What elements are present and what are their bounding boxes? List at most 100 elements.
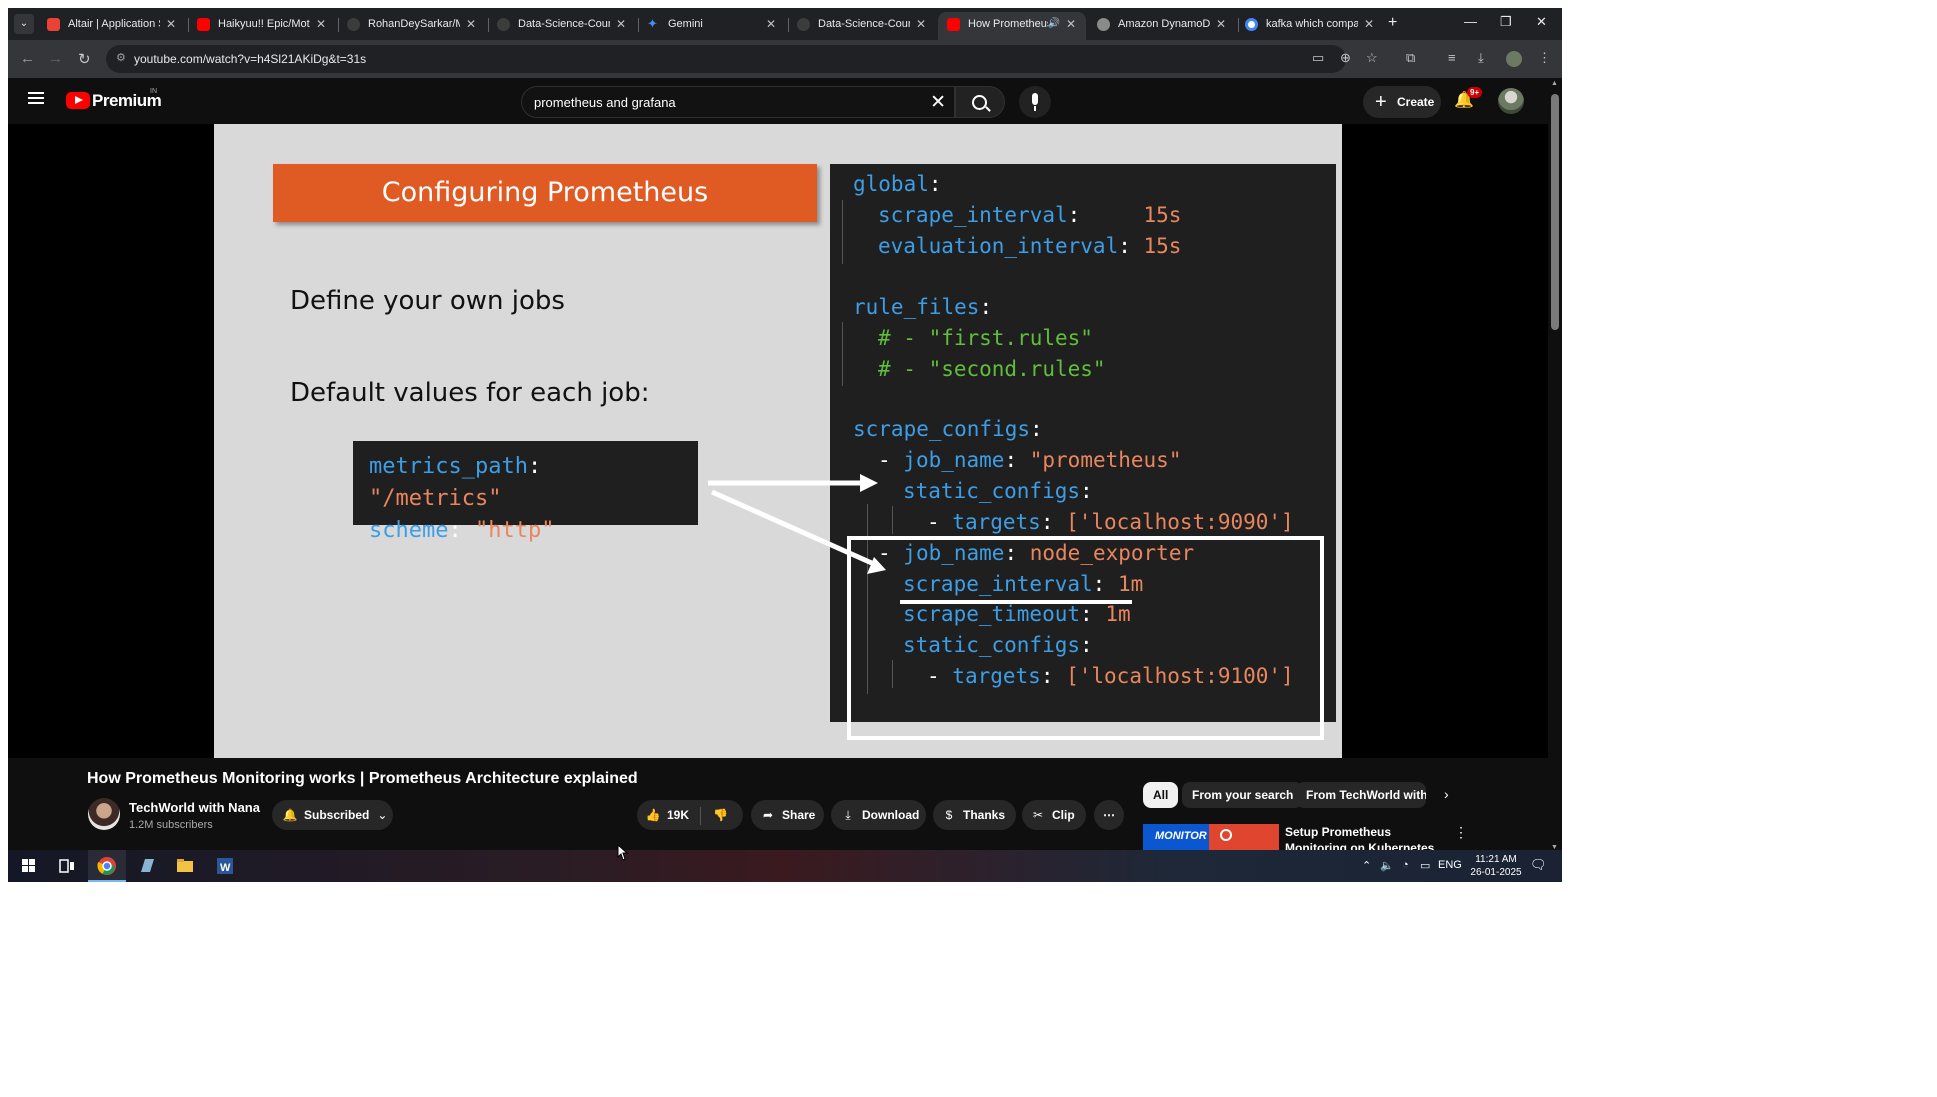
browser-tab[interactable]: Haikyuu!! Epic/Motiv ✕ — [188, 12, 336, 40]
microphone-icon[interactable] — [1019, 86, 1051, 118]
country-code: IN — [150, 88, 157, 95]
notification-center-icon[interactable]: 🗨 — [1530, 857, 1547, 873]
browser-tab[interactable]: Altair | Application St ✕ — [38, 12, 186, 40]
share-button[interactable]: ➦ Share — [751, 800, 824, 830]
reload-icon[interactable]: ↻ — [78, 50, 91, 68]
like-button[interactable]: 👍 19K — [645, 808, 690, 822]
youtube-icon — [197, 18, 210, 31]
aws-icon — [1097, 18, 1110, 31]
windows-start-icon[interactable] — [10, 850, 48, 882]
account-avatar[interactable] — [1498, 88, 1524, 114]
menu-icon[interactable]: ⋮ — [1538, 50, 1551, 66]
browser-tab[interactable]: ✦ Gemini ✕ — [638, 12, 786, 40]
browser-tab[interactable]: kafka which company ✕ — [1236, 12, 1384, 40]
file-explorer-icon[interactable] — [166, 850, 204, 882]
clear-search-icon[interactable]: ✕ — [930, 91, 946, 114]
browser-tab[interactable]: Data-Science-Course ✕ — [788, 12, 936, 40]
close-icon[interactable]: ✕ — [1364, 12, 1374, 36]
close-icon[interactable]: ✕ — [166, 12, 176, 36]
profile-avatar[interactable] — [1506, 51, 1522, 67]
download-button[interactable]: ⤓ Download — [831, 800, 926, 830]
dislike-button[interactable]: 👎 — [713, 808, 729, 822]
new-tab-icon[interactable]: + — [1388, 14, 1397, 32]
browser-tab[interactable]: RohanDeySarkar/Mis ✕ — [338, 12, 486, 40]
download-icon: ⤓ — [845, 808, 851, 822]
subscribed-button[interactable]: 🔔 Subscribed ⌄ — [272, 800, 393, 830]
slide-frame: Configuring Prometheus Define your own j… — [214, 124, 1342, 758]
more-actions-button[interactable]: ⋯ — [1094, 800, 1124, 830]
close-icon[interactable]: ✕ — [1066, 12, 1076, 36]
browser-toolbar: ← → ↻ ⚙ youtube.com/watch?v=h4Sl21AKiDg&… — [8, 40, 1562, 78]
close-icon[interactable]: ✕ — [1216, 12, 1226, 36]
taskbar-clock[interactable]: 11:21 AM 26-01-2025 — [1468, 853, 1524, 879]
youtube-header: Premium IN prometheus and grafana ✕ + Cr… — [8, 78, 1548, 124]
address-bar[interactable]: ⚙ youtube.com/watch?v=h4Sl21AKiDg&t=31s — [106, 45, 1346, 73]
svg-text:W: W — [220, 862, 231, 874]
thanks-button[interactable]: $ Thanks — [933, 800, 1016, 830]
task-view-icon[interactable] — [48, 850, 86, 882]
close-icon[interactable]: ✕ — [616, 12, 626, 36]
scissors-icon: ✂ — [1032, 808, 1044, 822]
restore-icon[interactable]: ❐ — [1500, 14, 1512, 30]
wifi-icon[interactable]: ◔ — [1402, 859, 1409, 871]
extensions-icon[interactable]: ⧉ — [1406, 50, 1415, 66]
minimize-icon[interactable]: — — [1464, 14, 1477, 29]
more-icon: ⋯ — [1103, 808, 1115, 822]
browser-tab[interactable]: Data-Science-Course ✕ — [488, 12, 636, 40]
search-button[interactable] — [955, 86, 1005, 118]
arrow-head — [860, 474, 878, 492]
more-vert-icon[interactable]: ⋮ — [1454, 824, 1468, 841]
github-icon — [497, 18, 510, 31]
battery-icon[interactable]: ▭ — [1420, 859, 1430, 872]
github-icon — [347, 18, 360, 31]
gemini-icon: ✦ — [647, 16, 658, 31]
google-icon — [1245, 18, 1258, 31]
gmail-icon — [47, 18, 60, 31]
scroll-up-icon[interactable]: ▲ — [1551, 80, 1558, 87]
tab-search-icon[interactable]: ⌄ — [14, 14, 34, 34]
mouse-cursor-icon — [617, 843, 629, 861]
chip-from-channel[interactable]: From TechWorld with N — [1296, 782, 1426, 808]
volume-icon[interactable]: 🔈 — [1380, 859, 1394, 872]
create-button[interactable]: + Create — [1363, 86, 1441, 118]
chip-from-your-search[interactable]: From your search — [1182, 782, 1304, 808]
browser-window: ⌄ Altair | Application St ✕ Haikyuu!! Ep… — [8, 8, 1562, 882]
scrollbar-thumb[interactable] — [1551, 94, 1559, 330]
chip-all[interactable]: All — [1143, 782, 1179, 808]
notification-badge: 9+ — [1467, 87, 1483, 98]
cast-icon[interactable]: ▭ — [1312, 50, 1324, 66]
close-icon[interactable]: ✕ — [316, 12, 326, 36]
browser-tab[interactable]: Amazon DynamoDB ✕ — [1088, 12, 1236, 40]
clip-button[interactable]: ✂ Clip — [1022, 800, 1086, 830]
media-controls-icon[interactable]: ≡ — [1448, 50, 1456, 65]
close-window-icon[interactable]: ✕ — [1536, 14, 1547, 30]
thumbs-up-icon: 👍 — [645, 808, 661, 822]
channel-name[interactable]: TechWorld with Nana — [129, 800, 260, 815]
close-icon[interactable]: ✕ — [466, 12, 476, 36]
word-icon[interactable]: W — [206, 850, 244, 882]
page-scrollbar[interactable]: ▲ ▼ — [1548, 78, 1562, 858]
search-query: prometheus and grafana — [534, 95, 676, 110]
zoom-icon[interactable]: ⊕ — [1340, 50, 1351, 66]
tab-strip: ⌄ Altair | Application St ✕ Haikyuu!! Ep… — [8, 8, 1562, 40]
channel-avatar[interactable] — [88, 798, 120, 830]
search-input[interactable]: prometheus and grafana ✕ — [521, 86, 955, 118]
chrome-taskbar-icon[interactable] — [88, 850, 126, 882]
app-taskbar-icon[interactable] — [128, 850, 166, 882]
video-player[interactable]: Configuring Prometheus Define your own j… — [8, 124, 1548, 758]
hamburger-menu-icon[interactable] — [28, 92, 44, 104]
site-info-icon[interactable]: ⚙ — [116, 51, 126, 64]
browser-tab-active[interactable]: How Prometheus 🔊 ✕ — [938, 12, 1086, 40]
chevron-right-icon[interactable]: › — [1444, 786, 1449, 802]
bookmark-star-icon[interactable]: ☆ — [1366, 50, 1378, 66]
tray-chevron-icon[interactable]: ⌃ — [1362, 859, 1371, 872]
speaker-icon[interactable]: 🔊 — [1048, 12, 1060, 36]
back-icon[interactable]: ← — [20, 50, 35, 67]
download-icon[interactable]: ⤓ — [1478, 50, 1484, 66]
close-icon[interactable]: ✕ — [766, 12, 776, 36]
forward-icon[interactable]: → — [48, 50, 63, 67]
thanks-icon: $ — [945, 808, 953, 822]
language-indicator[interactable]: ENG — [1438, 859, 1462, 871]
close-icon[interactable]: ✕ — [916, 12, 926, 36]
youtube-logo-icon[interactable] — [66, 92, 90, 109]
